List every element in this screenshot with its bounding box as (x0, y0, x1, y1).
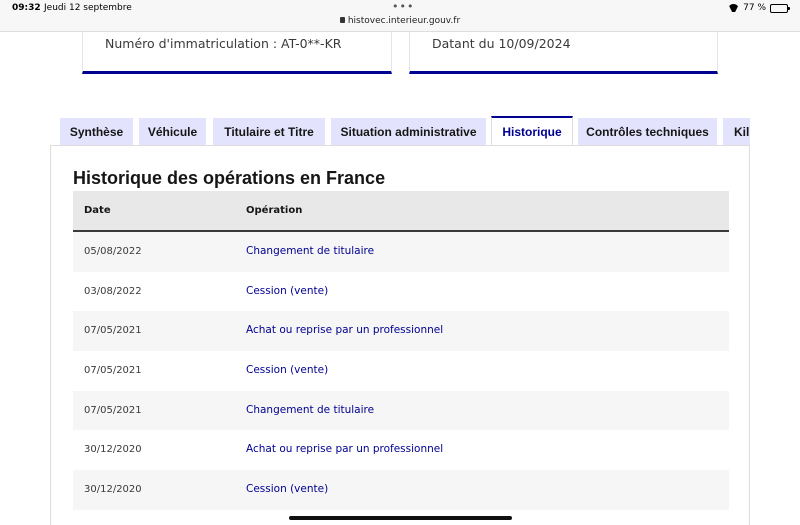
status-date: Jeudi 12 septembre (44, 3, 132, 13)
history-panel: Historique des opérations en France Date… (50, 145, 750, 525)
history-table: Date Opération 05/08/2022 Changement de … (73, 191, 729, 525)
table-row: 07/05/2021 Changement de titulaire (73, 390, 729, 431)
row-operation-link[interactable]: Achat ou reprise par un professionnel (246, 324, 443, 336)
table-row: 30/12/2020 Cession (vente) (73, 470, 729, 510)
tab-synthese[interactable]: Synthèse (60, 118, 133, 146)
table-row: 05/08/2022 Changement de titulaire (73, 232, 729, 272)
registration-number: Numéro d'immatriculation : AT-0**-KR (105, 36, 342, 51)
row-operation-link[interactable]: Changement de titulaire (246, 404, 374, 416)
table-row: 03/08/2022 Cession (vente) (73, 271, 729, 312)
table-row: 07/05/2021 Achat ou reprise par un profe… (73, 311, 729, 352)
lock-icon (339, 17, 345, 23)
row-operation-link[interactable]: Achat ou reprise par un professionnel (246, 443, 443, 455)
address-url: histovec.interieur.gouv.fr (347, 16, 461, 26)
table-header: Date Opération (73, 191, 729, 232)
row-operation-link[interactable]: Cession (vente) (246, 285, 328, 297)
address-bar[interactable]: histovec.interieur.gouv.fr (0, 16, 800, 26)
row-operation-link[interactable]: Cession (vente) (246, 364, 328, 376)
row-operation-link[interactable]: Changement de titulaire (246, 245, 374, 257)
home-indicator[interactable] (289, 516, 512, 520)
row-date: 03/08/2022 (84, 285, 142, 297)
row-date: 05/08/2022 (84, 246, 142, 257)
column-header-date: Date (84, 205, 111, 216)
tab-situation-administrative[interactable]: Situation administrative (331, 118, 486, 146)
battery-percent: 77 % (743, 3, 766, 13)
page-title: Historique des opérations en France (73, 168, 386, 188)
row-date: 07/05/2021 (84, 325, 142, 337)
registration-card: Numéro d'immatriculation : AT-0**-KR (82, 32, 392, 74)
table-row: 30/12/2020 Achat ou reprise par un profe… (73, 430, 729, 471)
tab-titulaire-titre[interactable]: Titulaire et Titre (213, 118, 325, 146)
status-time: 09:32 (12, 3, 41, 13)
row-operation-link[interactable]: Cession (vente) (246, 483, 328, 495)
report-date: Datant du 10/09/2024 (432, 36, 571, 51)
report-date-card: Datant du 10/09/2024 (409, 32, 718, 74)
row-date: 30/12/2020 (84, 484, 142, 496)
status-indicators: 77 % (728, 3, 790, 13)
status-bar: 09:32 Jeudi 12 septembre ••• histovec.in… (0, 0, 800, 32)
tab-vehicule[interactable]: Véhicule (139, 118, 206, 146)
row-date: 30/12/2020 (84, 444, 142, 456)
more-dots-icon[interactable]: ••• (392, 0, 414, 13)
tab-controles-techniques[interactable]: Contrôles techniques (578, 118, 717, 146)
row-date: 07/05/2021 (84, 365, 142, 377)
wifi-icon (728, 4, 739, 12)
table-row: 07/05/2021 Cession (vente) (73, 351, 729, 391)
column-header-operation: Opération (246, 205, 303, 216)
battery-icon (770, 3, 790, 13)
row-date: 07/05/2021 (84, 404, 142, 416)
tab-kilometrage[interactable]: Kil (723, 118, 750, 146)
tab-bar: Synthèse Véhicule Titulaire et Titre Sit… (60, 116, 750, 146)
tab-historique[interactable]: Historique (491, 116, 573, 146)
